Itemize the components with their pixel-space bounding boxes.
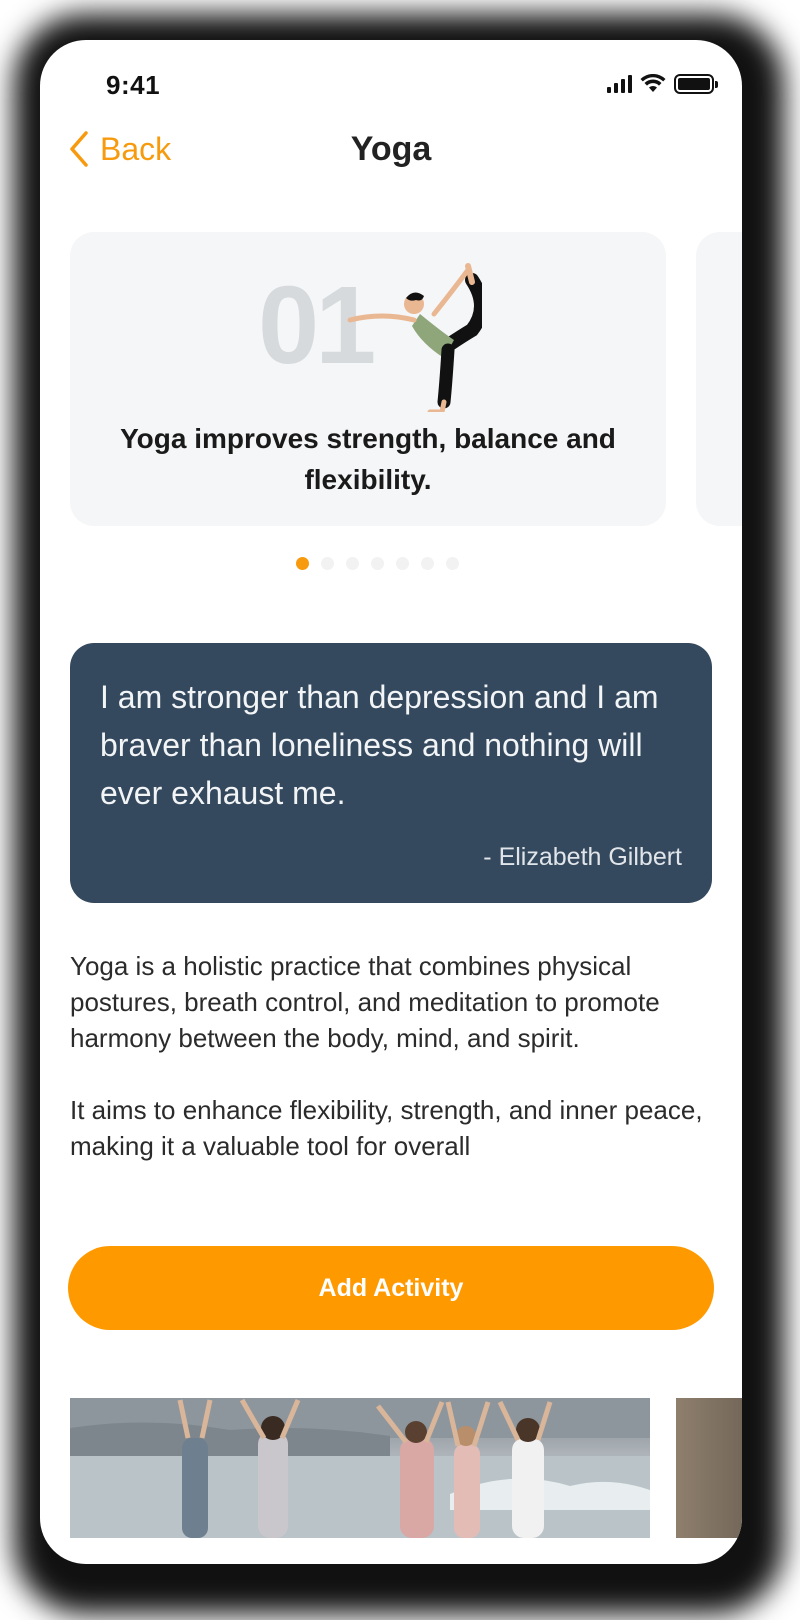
quote-author: - Elizabeth Gilbert <box>483 843 682 871</box>
carousel-pagination <box>296 557 459 570</box>
chevron-left-icon <box>70 131 88 167</box>
next-photo-peek[interactable] <box>676 1398 742 1538</box>
next-card-peek[interactable] <box>696 232 742 526</box>
pagination-dot[interactable] <box>346 557 359 570</box>
pagination-dot[interactable] <box>396 557 409 570</box>
pagination-dot[interactable] <box>321 557 334 570</box>
quote-text: I am stronger than depression and I am b… <box>100 679 659 811</box>
quote-card: I am stronger than depression and I am b… <box>70 643 712 903</box>
status-time: 9:41 <box>106 70 161 100</box>
back-button[interactable]: Back <box>68 130 171 168</box>
pagination-dot[interactable] <box>446 557 459 570</box>
description-paragraph: It aims to enhance flexibility, strength… <box>70 1095 703 1161</box>
pagination-dot-active[interactable] <box>296 557 309 570</box>
card-text: Yoga improves strength, balance and flex… <box>120 423 616 495</box>
add-activity-button[interactable]: Add Activity <box>68 1246 714 1330</box>
yoga-pose-illustration <box>347 263 482 412</box>
fact-card[interactable]: 01 Yoga improves strength, balance and f… <box>70 232 666 526</box>
pagination-dot[interactable] <box>371 557 384 570</box>
back-label: Back <box>100 130 172 167</box>
yoga-group-photo[interactable] <box>70 1398 650 1538</box>
phone-screen: 9:41 Yoga Back 01 Yoga improves strength… <box>40 40 742 1564</box>
battery-icon <box>674 74 718 94</box>
beach-yoga-image <box>70 1398 650 1538</box>
signal-icon <box>607 75 632 93</box>
wifi-icon <box>640 74 666 92</box>
pagination-dot[interactable] <box>421 557 434 570</box>
activity-description: Yoga is a holistic practice that combine… <box>70 948 710 1186</box>
status-icons <box>607 74 718 94</box>
description-paragraph: Yoga is a holistic practice that combine… <box>70 951 660 1053</box>
